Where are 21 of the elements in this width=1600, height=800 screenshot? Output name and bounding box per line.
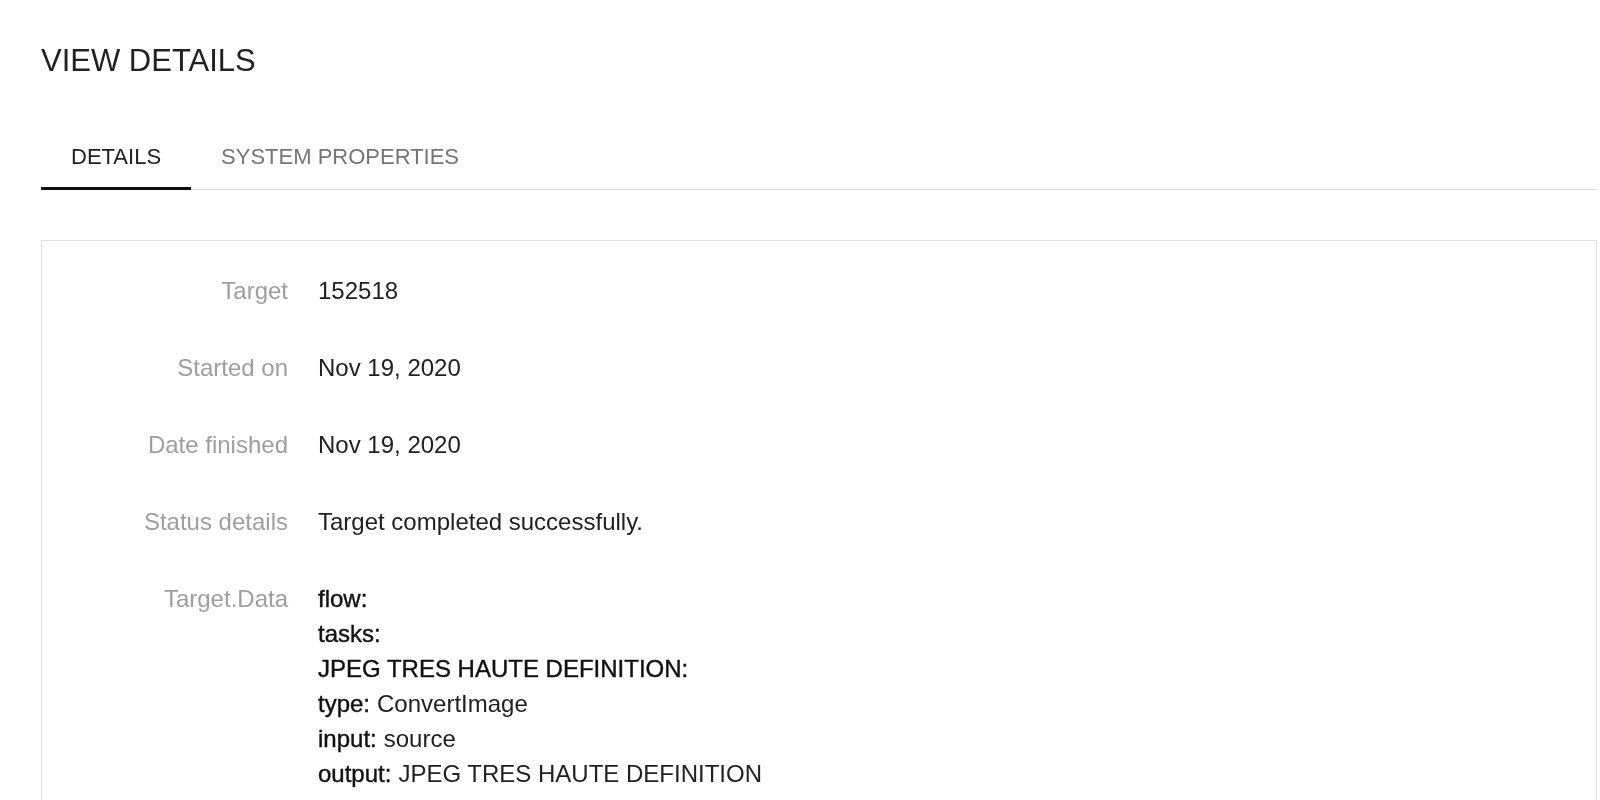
field-label: Target.Data xyxy=(163,584,288,614)
data-key: type: xyxy=(318,686,371,721)
data-key: JPEG TRES HAUTE DEFINITION: xyxy=(318,651,689,686)
data-key: flow: xyxy=(318,581,368,616)
field-value: Nov 19, 2020 xyxy=(318,353,461,383)
data-key: output: xyxy=(318,756,392,791)
field-value: 152518 xyxy=(318,276,399,306)
data-key: input: xyxy=(318,721,377,756)
tab[interactable]: SYSTEM PROPERTIES xyxy=(191,126,490,190)
field-label: Date finished xyxy=(147,430,288,460)
field-label: Target xyxy=(221,276,288,306)
field-label: Started on xyxy=(177,353,288,383)
page-title: VIEW DETAILS xyxy=(41,43,256,79)
field-label: Status details xyxy=(143,507,288,537)
data-value: JPEG TRES HAUTE DEFINITION xyxy=(398,759,762,789)
data-key: tasks: xyxy=(318,616,381,651)
data-value: ConvertImage xyxy=(377,689,528,719)
field-value: Target completed successfully. xyxy=(318,507,644,537)
field-value: Nov 19, 2020 xyxy=(318,430,461,460)
data-value: source xyxy=(383,724,456,754)
tab[interactable]: DETAILS xyxy=(41,126,192,190)
